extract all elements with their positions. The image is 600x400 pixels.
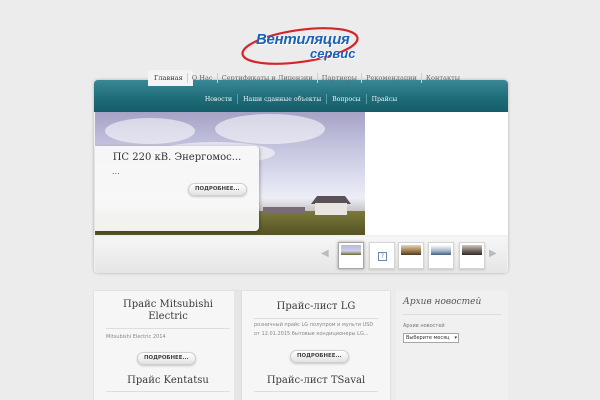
subnav-item-prices[interactable]: Прайсы: [367, 96, 403, 103]
slide-caption: ПС 220 кВ. Энергомос... ... ПОДРОБНЕЕ...: [95, 146, 259, 231]
nav-item-contacts[interactable]: Контакты: [422, 74, 464, 82]
right-arrow-icon[interactable]: ▶: [489, 248, 497, 259]
subnav-item-news[interactable]: Новости: [200, 96, 237, 103]
slide-blank-area: [365, 112, 508, 235]
card-divider: [106, 391, 230, 392]
card-title-line: Прайс Mitsubishi: [123, 299, 213, 310]
slide-caption-excerpt: ...: [112, 167, 120, 176]
nav-item-certificates[interactable]: Сертификаты и Лицензии: [218, 74, 317, 82]
card-divider: [254, 391, 378, 392]
subnav-item-questions[interactable]: Вопросы: [327, 96, 365, 103]
thumbnail-1[interactable]: [338, 242, 364, 269]
sidebar-divider: [403, 314, 501, 315]
left-arrow-icon[interactable]: ◀: [321, 248, 329, 259]
card-excerpt-line: от 12.01.2015 бытовые кондиционеры LG...: [254, 331, 369, 337]
card-title[interactable]: Прайс-лист TSaval: [242, 375, 390, 387]
sidebar: [396, 291, 508, 400]
archive-label: Архив новостей: [403, 323, 445, 329]
card-excerpt-line: розничный прайс LG полупром и мульти USD: [254, 322, 374, 328]
card-divider: [254, 318, 378, 319]
slide-more-button[interactable]: ПОДРОБНЕЕ...: [188, 183, 247, 196]
logo-text-line2: сервис: [310, 46, 356, 61]
card-excerpt: розничный прайс LG полупром и мульти USD…: [254, 321, 373, 339]
subnav-item-objects[interactable]: Наши сданные объекты: [238, 96, 326, 103]
sidebar-title: Архив новостей: [403, 297, 482, 307]
card-title[interactable]: Прайс Mitsubishi Electric: [94, 299, 242, 323]
image-placeholder-icon: ?: [378, 252, 387, 261]
card-title[interactable]: Прайс-лист LG: [242, 301, 390, 313]
chevron-down-icon: ▾: [454, 335, 457, 341]
nav-item-recommendations[interactable]: Рекомендации: [362, 74, 421, 82]
card-divider: [106, 328, 230, 329]
site-logo[interactable]: Вентиляция сервис: [236, 23, 366, 71]
card-more-button[interactable]: ПОДРОБНЕЕ...: [290, 350, 349, 363]
nav-item-home[interactable]: Главная: [150, 74, 187, 82]
nav-item-partners[interactable]: Партнеры: [318, 74, 361, 82]
slide-caption-title[interactable]: ПС 220 кВ. Энергомос...: [95, 152, 259, 163]
card-more-button[interactable]: ПОДРОБНЕЕ...: [137, 352, 196, 365]
archive-select-value: Выберите месяц: [406, 335, 450, 341]
archive-month-select[interactable]: Выберите месяц ▾: [403, 333, 459, 343]
thumbnail-2[interactable]: ?: [369, 242, 395, 269]
nav-item-about[interactable]: О Нас: [188, 74, 217, 82]
thumbnail-4[interactable]: [428, 242, 454, 269]
card-title-line: Electric: [148, 311, 188, 322]
main-navigation: Главная О Нас Сертификаты и Лицензии Пар…: [150, 70, 464, 86]
thumbnail-5[interactable]: [459, 242, 485, 269]
card-title[interactable]: Прайс Kentatsu: [94, 375, 242, 387]
thumbnail-3[interactable]: [398, 242, 424, 269]
card-excerpt: Mitsubishi Electric 2014: [106, 334, 166, 340]
